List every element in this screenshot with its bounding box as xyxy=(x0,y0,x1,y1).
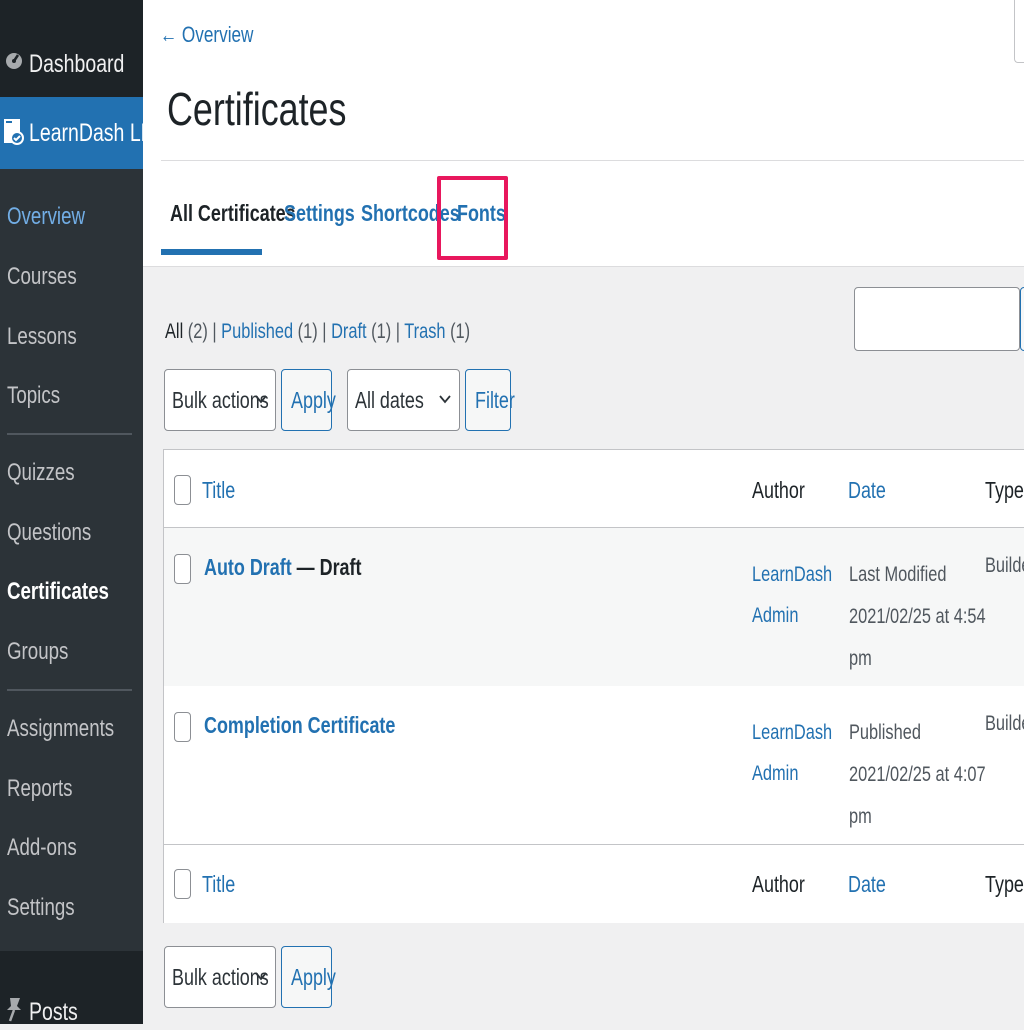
sidebar-item-assignments[interactable]: Assignments xyxy=(7,715,114,743)
sidebar-item-certificates[interactable]: Certificates xyxy=(7,578,109,606)
back-to-overview-link[interactable]: ← Overview xyxy=(160,22,253,48)
filter-label: Filter xyxy=(475,387,515,413)
tab-settings[interactable]: Settings xyxy=(284,200,355,227)
sidebar-separator xyxy=(7,689,132,691)
chevron-down-icon xyxy=(255,392,267,410)
page-title: Certificates xyxy=(167,83,347,135)
post-state: — Draft xyxy=(291,554,362,580)
sidebar-item-posts[interactable]: Posts xyxy=(0,990,143,1030)
apply-label: Apply xyxy=(291,387,336,413)
sidebar-item-groups[interactable]: Groups xyxy=(7,638,68,666)
sidebar-separator xyxy=(7,433,132,435)
sidebar-item-overview[interactable]: Overview xyxy=(7,203,85,231)
bulk-actions-select-bottom[interactable]: Bulk actions xyxy=(164,946,276,1008)
search-input[interactable] xyxy=(854,287,1020,351)
fonts-tab-highlight xyxy=(437,176,508,260)
filter-trash-count: (1) xyxy=(450,320,471,343)
bulk-actions-select[interactable]: Bulk actions xyxy=(164,369,276,431)
sidebar-item-settings[interactable]: Settings xyxy=(7,894,75,922)
apply-button-bottom[interactable]: Apply xyxy=(281,946,336,1008)
pin-icon xyxy=(4,996,24,1027)
sidebar-item-courses[interactable]: Courses xyxy=(7,263,77,291)
sidebar-item-topics[interactable]: Topics xyxy=(7,382,60,410)
table-footer-row: Title Author Date Type xyxy=(164,844,1024,923)
table-row: Completion Certificate LearnDash Admin Pu… xyxy=(164,686,1024,844)
column-type: Type xyxy=(985,871,1024,897)
sidebar-posts-label: Posts xyxy=(29,998,78,1026)
header-divider xyxy=(161,160,1024,161)
column-author: Author xyxy=(752,477,805,503)
row-type: Builder xyxy=(985,712,1024,735)
sidebar-dashboard-label: Dashboard xyxy=(29,50,125,78)
sidebar-item-dashboard[interactable]: Dashboard xyxy=(0,38,143,88)
certificates-table: Title Author Date Type Auto Draft — Draf… xyxy=(163,449,1024,923)
column-title[interactable]: Title xyxy=(202,477,235,504)
sidebar-item-reports[interactable]: Reports xyxy=(7,775,73,803)
filter-all-count: (2) xyxy=(187,320,208,343)
filter-draft-count: (1) xyxy=(371,320,392,343)
filter-button[interactable]: Filter xyxy=(465,369,515,431)
column-title[interactable]: Title xyxy=(202,871,235,898)
chevron-down-icon xyxy=(439,392,451,410)
select-all-checkbox[interactable] xyxy=(174,869,191,899)
filter-draft[interactable]: Draft xyxy=(331,320,367,343)
sidebar-item-quizzes[interactable]: Quizzes xyxy=(7,459,75,487)
sidebar-item-lessons[interactable]: Lessons xyxy=(7,323,77,351)
row-author-link[interactable]: LearnDash Admin xyxy=(752,554,832,636)
row-checkbox[interactable] xyxy=(174,554,191,584)
apply-label: Apply xyxy=(291,964,336,990)
row-title-link[interactable]: Completion Certificate xyxy=(204,712,395,739)
table-header-row: Title Author Date Type xyxy=(164,450,1024,528)
column-author: Author xyxy=(752,871,805,897)
learndash-icon xyxy=(3,117,25,152)
row-type: Builder xyxy=(985,554,1024,577)
table-row: Auto Draft — Draft LearnDash Admin Last M… xyxy=(164,528,1024,686)
date-filter-select[interactable]: All dates xyxy=(347,369,460,431)
sidebar-item-questions[interactable]: Questions xyxy=(7,519,91,547)
filter-separator: | xyxy=(322,320,327,343)
filter-published[interactable]: Published xyxy=(221,320,293,343)
all-dates-label: All dates xyxy=(355,387,424,413)
row-date: Last Modified 2021/02/25 at 4:54 pm xyxy=(849,563,986,670)
active-tab-indicator xyxy=(161,249,262,255)
select-all-checkbox[interactable] xyxy=(174,475,191,505)
search-button[interactable] xyxy=(1020,287,1024,351)
column-date[interactable]: Date xyxy=(848,477,886,504)
tab-all-certificates[interactable]: All Certificates xyxy=(170,200,296,227)
column-date[interactable]: Date xyxy=(848,871,886,898)
row-checkbox[interactable] xyxy=(174,712,191,742)
filter-separator: | xyxy=(212,320,217,343)
chevron-down-icon xyxy=(255,969,267,987)
row-title-link[interactable]: Auto Draft — Draft xyxy=(204,554,361,581)
screen-options-button[interactable] xyxy=(1014,0,1024,63)
sidebar-item-add-ons[interactable]: Add-ons xyxy=(7,834,77,862)
row-author-link[interactable]: LearnDash Admin xyxy=(752,712,832,794)
row-date: Published 2021/02/25 at 4:07 pm xyxy=(849,721,986,828)
apply-button[interactable]: Apply xyxy=(281,369,336,431)
status-filter-links: All (2) | Published (1) | Draft (1) | Tr… xyxy=(165,320,470,344)
dashboard-icon xyxy=(4,48,24,77)
filter-published-count: (1) xyxy=(297,320,318,343)
filter-all[interactable]: All xyxy=(165,320,183,343)
column-type: Type xyxy=(985,477,1024,503)
filter-separator: | xyxy=(395,320,400,343)
admin-sidebar: Dashboard LearnDash LMS Overview Courses… xyxy=(0,0,170,1026)
sidebar-item-learndash[interactable]: LearnDash LMS xyxy=(0,97,170,169)
filter-trash[interactable]: Trash xyxy=(404,320,445,343)
